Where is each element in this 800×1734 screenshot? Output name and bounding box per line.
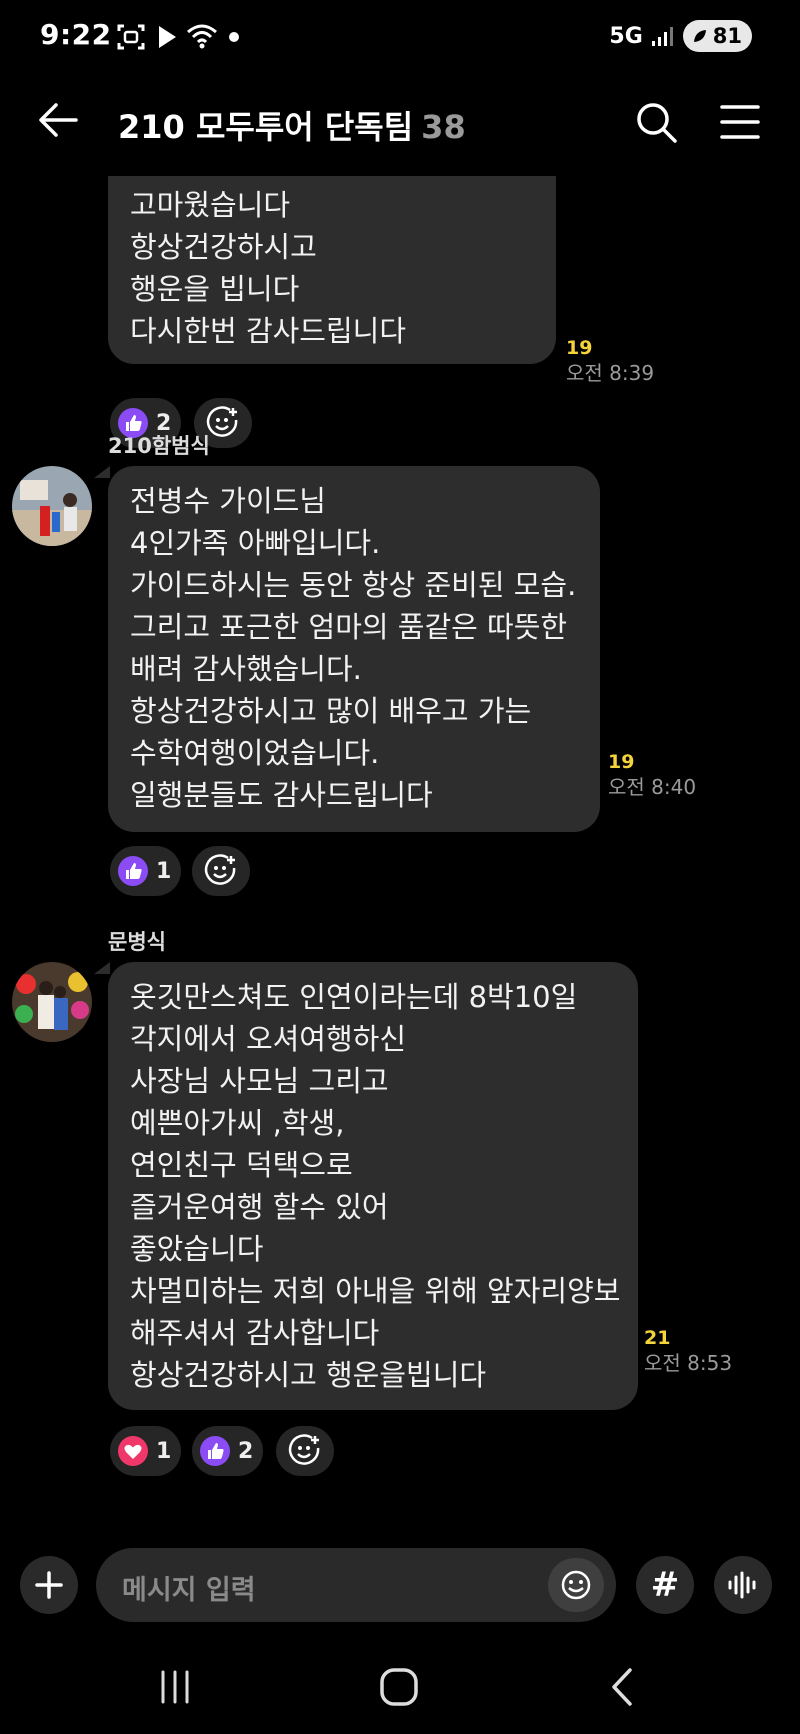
plus-icon (35, 1571, 63, 1599)
emoji-button[interactable] (548, 1558, 604, 1612)
bubble-tail (94, 962, 110, 974)
screen-capture-icon (117, 24, 145, 50)
unread-count: 19 (566, 337, 593, 359)
message-bubble[interactable]: 옷깃만스쳐도 인연이라는데 8박10일 각지에서 오셔여행하신 사장님 사모님 … (108, 962, 638, 1410)
message-line: 각지에서 오셔여행하신 (130, 1022, 407, 1056)
reaction-thumbs-up[interactable]: 2 (192, 1426, 264, 1476)
message-line: 옷깃만스쳐도 인연이라는데 8박10일 (130, 980, 578, 1014)
message-line: 예쁜아가씨 ,학생, (130, 1106, 345, 1140)
unread-count: 19 (608, 751, 635, 773)
hash-icon: # (650, 1565, 680, 1605)
search-icon[interactable] (634, 100, 678, 144)
message-meta: 21 오전 8:53 (644, 1326, 732, 1376)
battery-indicator: 81 (682, 20, 752, 52)
system-nav-bar (0, 1640, 800, 1734)
message-meta: 19 오전 8:39 (566, 336, 654, 386)
chat-messages[interactable]: 덕분에 차질이 없이 여행할수 있어 고마웠습니다 항상건강하시고 행운을 빕니… (0, 176, 800, 1536)
network-label: 5G (609, 23, 643, 49)
sender-name: 문병식 (108, 930, 166, 954)
attach-button[interactable] (20, 1556, 78, 1614)
message-line: 행운을 빕니다 (130, 272, 300, 306)
message-line: 일행분들도 감사드립니다 (130, 778, 433, 812)
reaction-count: 1 (156, 858, 172, 884)
status-bar: 9:22 5G 81 (0, 0, 800, 76)
message-line: 배려 감사했습니다. (130, 652, 362, 686)
notification-dot-icon (229, 32, 239, 42)
message-line: 차멀미하는 저희 아내을 위해 앞자리양보 (130, 1274, 621, 1308)
menu-icon[interactable] (718, 102, 762, 142)
message-line: 항상건강하시고 행운을빕니다 (130, 1358, 487, 1392)
message-line: 다시한번 감사드립니다 (130, 314, 407, 348)
voice-wave-icon (728, 1571, 756, 1599)
message-input[interactable]: 메시지 입력 (96, 1548, 616, 1622)
add-reaction-button[interactable] (276, 1426, 334, 1476)
unread-count: 21 (644, 1327, 671, 1349)
status-right: 5G 81 (609, 20, 752, 52)
avatar[interactable] (12, 466, 92, 546)
reaction-count: 2 (238, 1438, 254, 1464)
play-icon (159, 26, 176, 48)
reaction-thumbs-up[interactable]: 1 (110, 846, 182, 896)
message-line: 수학여행이었습니다. (130, 736, 380, 770)
nav-back-icon[interactable] (598, 1664, 648, 1710)
reaction-count: 1 (156, 1438, 172, 1464)
sender-name: 210함범식 (108, 434, 210, 458)
input-placeholder: 메시지 입력 (122, 1575, 256, 1606)
chat-name: 210 모두투어 단독팀 (118, 108, 414, 146)
message-line: 사장님 사모님 그리고 (130, 1064, 389, 1098)
wifi-icon (187, 24, 217, 49)
message-input-bar: 메시지 입력 # (0, 1540, 800, 1630)
chat-header: 210 모두투어 단독팀 38 (0, 76, 800, 166)
message-line: 4인가족 아빠입니다. (130, 526, 381, 560)
message-line: 해주셔서 감사합니다 (130, 1316, 380, 1350)
message-bubble[interactable]: 덕분에 차질이 없이 여행할수 있어 고마웠습니다 항상건강하시고 행운을 빕니… (108, 176, 556, 364)
bubble-tail (94, 466, 110, 478)
avatar[interactable] (12, 962, 92, 1042)
thumbs-up-icon (118, 856, 148, 886)
avatar-photo (12, 962, 92, 1042)
avatar-photo (12, 466, 92, 546)
message-bubble[interactable]: 전병수 가이드님 4인가족 아빠입니다. 가이드하시는 동안 항상 준비된 모습… (108, 466, 600, 832)
message-line: 좋았습니다 (130, 1232, 264, 1266)
battery-level: 81 (712, 24, 742, 48)
battery-saver-icon (693, 30, 706, 42)
recent-apps-icon[interactable] (150, 1664, 200, 1710)
message-meta: 19 오전 8:40 (608, 750, 696, 800)
message-time: 오전 8:53 (644, 1351, 733, 1375)
member-count: 38 (421, 108, 466, 146)
message-line: 연인친구 덕택으로 (130, 1148, 353, 1182)
home-icon[interactable] (374, 1664, 424, 1710)
message-line: 고마웠습니다 (130, 188, 291, 222)
message-time: 오전 8:40 (608, 775, 697, 799)
message-line: 즐거운여행 할수 있어 (130, 1190, 389, 1224)
message-line: 항상건강하시고 (130, 230, 317, 264)
message-line: 가이드하시는 동안 항상 준비된 모습. (130, 568, 577, 602)
reaction-heart[interactable]: 1 (110, 1426, 182, 1476)
emoji-icon (561, 1570, 591, 1600)
add-emoji-icon (204, 854, 236, 885)
heart-icon (118, 1436, 148, 1466)
message-line: 항상건강하시고 많이 배우고 가는 (130, 694, 532, 728)
chat-title: 210 모두투어 단독팀 38 (118, 102, 466, 148)
add-reaction-button[interactable] (192, 846, 250, 896)
voice-button[interactable] (714, 1556, 772, 1614)
back-arrow-icon[interactable] (36, 98, 80, 142)
hashtag-button[interactable]: # (636, 1556, 694, 1614)
status-time: 9:22 (40, 18, 112, 51)
add-emoji-icon (288, 1434, 320, 1465)
message-line: 덕분에 차질이 없이 여행할수 있어 (130, 176, 540, 184)
message-time: 오전 8:39 (566, 361, 655, 385)
signal-icon (651, 27, 673, 46)
add-emoji-icon (206, 406, 238, 437)
message-line: 그리고 포근한 엄마의 품같은 따뜻한 (130, 610, 568, 644)
message-line: 전병수 가이드님 (130, 484, 326, 518)
thumbs-up-icon (200, 1436, 230, 1466)
